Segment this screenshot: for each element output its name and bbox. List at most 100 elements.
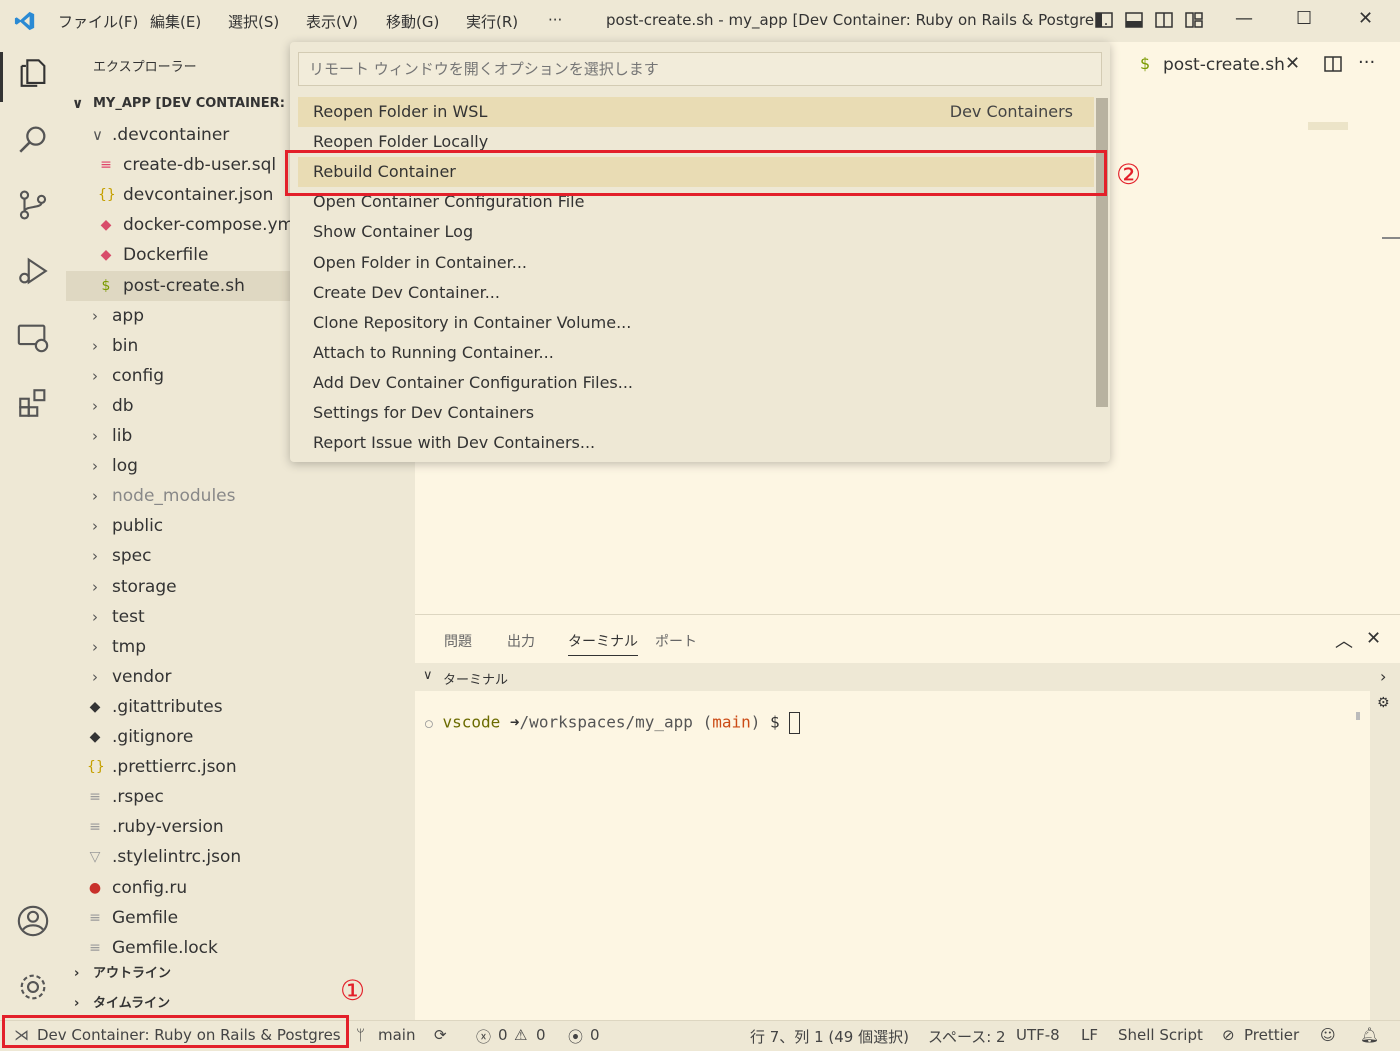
quick-pick-input[interactable] [298,52,1102,86]
customize-layout-icon[interactable] [1184,10,1204,30]
terminal-instance-icon[interactable]: ⚙ [1377,695,1390,711]
tab-output[interactable]: 出力 [507,631,535,651]
maximize-panel-icon[interactable]: ︿ [1335,627,1353,653]
menu-selection[interactable]: 選択(S) [228,11,279,32]
editor-tab[interactable]: $ post-create.sh ✕ [1115,42,1312,88]
terminal-section-header[interactable]: ∨ ターミナル [415,663,1370,691]
search-icon[interactable] [16,122,50,156]
tree-folder[interactable]: › spec [66,541,415,571]
accounts-icon[interactable] [16,904,50,938]
close-window-icon[interactable]: ✕ [1358,8,1373,29]
cursor-position[interactable]: 行 7、列 1 (49 個選択) [750,1026,909,1047]
tree-file[interactable]: ◆ .gitignore [66,722,415,752]
stylelint-file-icon: ▽ [89,849,101,866]
tree-folder[interactable]: › storage [66,572,415,602]
split-editor-icon[interactable] [1323,54,1343,74]
explorer-icon[interactable] [16,56,50,90]
terminal-prompt[interactable]: ○ vscode ➜/workspaces/my_app (main) $ [425,712,801,734]
tree-folder[interactable]: › test [66,602,415,632]
tree-item-label: config [112,365,165,386]
encoding[interactable]: UTF-8 [1016,1026,1060,1044]
quick-pick-item-label: Reopen Folder in WSL [313,102,488,121]
tab-terminal[interactable]: ターミナル [568,631,638,656]
extensions-icon[interactable] [16,386,50,420]
menu-view[interactable]: 表示(V) [306,11,358,32]
quick-pick-scrollbar[interactable] [1096,98,1108,407]
tree-item-label: log [112,456,138,477]
quick-pick-item[interactable]: Open Folder in Container... [298,248,1094,278]
tree-item-label: .gitattributes [112,696,223,717]
source-control-icon[interactable] [16,188,50,222]
quick-pick-item-label: Add Dev Container Configuration Files... [313,372,634,392]
tree-file[interactable]: ● config.ru [66,873,415,903]
tree-file[interactable]: ≡ Gemfile [66,903,415,933]
settings-gear-icon[interactable] [16,970,50,1004]
quick-pick-item[interactable]: Reopen Folder in WSL Dev Containers [298,97,1094,127]
tree-item-label: config.ru [112,877,188,898]
active-indicator [0,52,3,102]
menu-go[interactable]: 移動(G) [386,11,439,32]
tree-file[interactable]: ≡ .rspec [66,782,415,812]
sync-icon[interactable]: ⟳ [434,1026,447,1044]
quick-pick-item[interactable]: Settings for Dev Containers [298,398,1094,428]
remote-explorer-icon[interactable] [16,320,50,354]
close-panel-icon[interactable]: ✕ [1366,628,1381,649]
quick-pick-item-label: Clone Repository in Container Volume... [313,312,632,332]
tree-file[interactable]: ≡ .ruby-version [66,812,415,842]
quick-pick-item[interactable]: Create Dev Container... [298,278,1094,308]
tree-file[interactable]: ≡ Gemfile.lock [66,933,415,963]
timeline-label: タイムライン [93,996,171,1011]
line-ending[interactable]: LF [1081,1026,1098,1044]
branch-label[interactable]: main [378,1026,415,1044]
tree-file[interactable]: ◆ .gitattributes [66,692,415,722]
minimize-icon[interactable]: — [1235,8,1253,29]
chevron-down-icon: ∨ [423,668,433,683]
menu-more[interactable]: ··· [548,11,562,29]
tree-file[interactable]: {} .prettierrc.json [66,752,415,782]
tree-folder[interactable]: › node_modules [66,481,415,511]
quick-pick-item-detail: Dev Containers [949,102,1073,121]
quick-pick-item[interactable]: Show Container Log [298,217,1094,247]
tree-item-label: .ruby-version [112,817,224,838]
tree-folder[interactable]: › vendor [66,662,415,692]
error-count[interactable]: 0 [498,1026,508,1044]
git-file-icon: ◆ [89,729,101,745]
close-tab-icon[interactable]: ✕ [1285,53,1300,74]
toggle-primary-sidebar-icon[interactable] [1094,10,1114,30]
tree-folder[interactable]: › public [66,511,415,541]
formatter[interactable]: Prettier [1244,1026,1299,1044]
chevron-right-icon[interactable]: › [1380,667,1386,686]
run-debug-icon[interactable] [16,254,50,288]
tree-item-label: public [112,516,164,537]
menu-file[interactable]: ファイル(F) [58,11,138,32]
tree-folder[interactable]: › tmp [66,632,415,662]
notifications-bell-icon[interactable]: 🔔︎ [1360,1026,1379,1044]
ports-count[interactable]: 0 [590,1026,600,1044]
more-actions-icon[interactable]: ··· [1358,52,1375,73]
quick-pick-item[interactable]: Clone Repository in Container Volume... [298,308,1094,338]
chevron-right-icon: › [92,336,98,355]
indentation[interactable]: スペース: 2 [928,1026,1006,1047]
language-mode[interactable]: Shell Script [1118,1026,1203,1044]
tree-file[interactable]: ▽ .stylelintrc.json [66,842,415,872]
quick-pick-item[interactable]: Attach to Running Container... [298,338,1094,368]
menu-edit[interactable]: 編集(E) [150,11,201,32]
tree-item-label: test [112,606,145,627]
explorer-header: エクスプローラー [93,60,197,75]
quick-pick-item[interactable]: Report Issue with Dev Containers... [298,428,1094,458]
maximize-icon[interactable]: ☐ [1296,8,1312,29]
toggle-panel-icon[interactable] [1124,10,1144,30]
annotation-marker-2: ② [1116,158,1142,191]
menu-run[interactable]: 実行(R) [466,11,518,32]
quick-pick-item[interactable]: Add Dev Container Configuration Files... [298,368,1094,398]
warning-count[interactable]: 0 [536,1026,546,1044]
terminal-cursor [789,712,801,734]
toggle-secondary-sidebar-icon[interactable] [1154,10,1174,30]
chevron-right-icon: › [92,427,98,445]
tree-item-label: .gitignore [112,727,194,747]
tab-ports[interactable]: ポート [655,631,697,651]
chevron-right-icon: › [92,517,98,536]
tab-problems[interactable]: 問題 [444,631,472,651]
bottom-panel: 問題 出力 ターミナル ポート ︿ ✕ ∨ ターミナル › ⚙ ○ vscode… [415,614,1400,1021]
feedback-icon[interactable]: ☺ [1320,1026,1336,1044]
